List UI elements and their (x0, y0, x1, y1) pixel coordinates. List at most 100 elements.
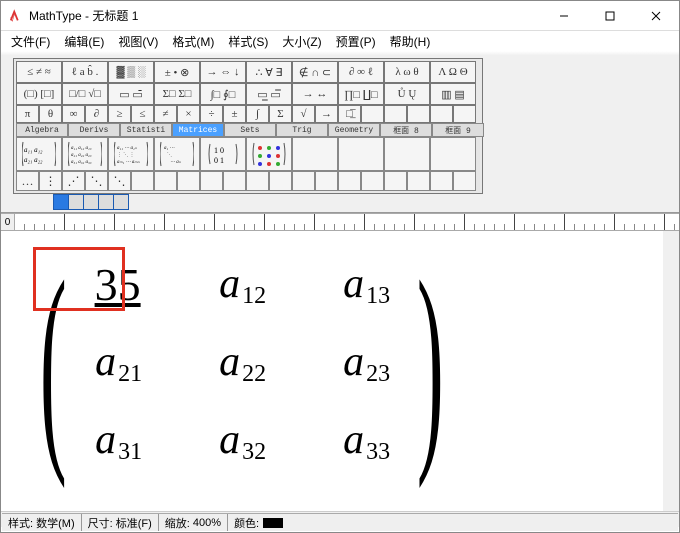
palette-btn[interactable]: ∫ (246, 105, 269, 123)
palette-btn[interactable]: ± • ⊗ (154, 61, 200, 83)
palette-tab[interactable]: Matrices (172, 123, 224, 137)
palette-btn[interactable]: → ↔ (292, 83, 338, 105)
misc-btn-empty[interactable] (131, 171, 154, 191)
status-size[interactable]: 尺寸: 标准(F) (82, 514, 159, 531)
palette-tab[interactable]: Derivs (68, 123, 120, 137)
menu-file[interactable]: 文件(F) (5, 31, 56, 52)
minimize-button[interactable] (541, 1, 587, 31)
status-color[interactable]: 颜色: (228, 514, 289, 531)
palette-btn[interactable]: □̲̅ (338, 105, 361, 123)
palette-btn[interactable]: ▥ ▤ (430, 83, 476, 105)
status-zoom[interactable]: 缩放: 400% (159, 514, 228, 531)
palette-btn[interactable]: ▭̲ ▭̅ (246, 83, 292, 105)
palette-tab[interactable]: 框面 9 (432, 123, 484, 137)
menu-format[interactable]: 格式(M) (166, 31, 220, 52)
palette-btn[interactable]: ≤ (131, 105, 154, 123)
palette-tab[interactable]: Statisti (120, 123, 172, 137)
palette-btn[interactable]: ℓ a b̂ . (62, 61, 108, 83)
equation-editor[interactable]: ( 35a12a13a21a22a23a31a32a33 ) (1, 231, 679, 511)
menu-view[interactable]: 视图(V) (112, 31, 164, 52)
menu-preset[interactable]: 预置(P) (330, 31, 382, 52)
matrix-cell[interactable]: a12 (192, 245, 292, 323)
matrix-template-empty[interactable] (384, 137, 430, 171)
palette-btn[interactable]: × (177, 105, 200, 123)
matrix-template-btn[interactable] (246, 137, 292, 171)
matrix-template-btn[interactable]: 1 00 1 (200, 137, 246, 171)
palette-btn[interactable]: Ů Ų (384, 83, 430, 105)
misc-btn-empty[interactable] (223, 171, 246, 191)
tool-4[interactable] (98, 194, 114, 210)
palette-btn-empty[interactable] (407, 105, 430, 123)
misc-btn-empty[interactable] (430, 171, 453, 191)
palette-btn[interactable]: ∂ ∞ ℓ (338, 61, 384, 83)
matrix-cell[interactable]: a13 (316, 245, 416, 323)
palette-btn[interactable]: ≠ (154, 105, 177, 123)
misc-btn-empty[interactable] (246, 171, 269, 191)
menu-edit[interactable]: 编辑(E) (58, 31, 110, 52)
palette-tab[interactable]: Trig (276, 123, 328, 137)
misc-btn-empty[interactable] (177, 171, 200, 191)
matrix-template-btn[interactable]: a₁₁ a₁₂ a₁₃a₂₁ a₂₂ a₂₃a₃₁ a₃₂ a₃₃ (62, 137, 108, 171)
ruler-ticks[interactable] (15, 214, 679, 230)
palette-btn[interactable]: ≤ ≠ ≈ (16, 61, 62, 83)
palette-btn[interactable]: ∫□ ∮□ (200, 83, 246, 105)
palette-btn-empty[interactable] (453, 105, 476, 123)
matrix-cell[interactable]: a32 (192, 401, 292, 479)
matrix-template-btn[interactable]: a₁ ⋯⋱⋯ aₙ (154, 137, 200, 171)
palette-tab[interactable]: Sets (224, 123, 276, 137)
misc-btn[interactable]: ⋱ (85, 171, 108, 191)
misc-btn[interactable]: ⋮ (39, 171, 62, 191)
misc-btn[interactable]: ⋱ (108, 171, 131, 191)
misc-btn-empty[interactable] (154, 171, 177, 191)
misc-btn-empty[interactable] (361, 171, 384, 191)
palette-btn[interactable]: ≥ (108, 105, 131, 123)
menu-size[interactable]: 大小(Z) (276, 31, 327, 52)
matrix-template-btn[interactable]: a₁₁ ⋯ a₁ₙ⋮ ⋱ ⋮aₘ₁ ⋯ aₘₙ (108, 137, 154, 171)
palette-btn[interactable]: ∏□ ∐□ (338, 83, 384, 105)
misc-btn-empty[interactable] (407, 171, 430, 191)
matrix-cell[interactable]: a31 (68, 401, 168, 479)
matrix-template-btn[interactable]: a₁₁ a₁₂a₂₁ a₂₂ (16, 137, 62, 171)
misc-btn-empty[interactable] (384, 171, 407, 191)
misc-btn-empty[interactable] (315, 171, 338, 191)
matrix-template-empty[interactable] (338, 137, 384, 171)
tool-3[interactable] (83, 194, 99, 210)
status-style[interactable]: 样式: 数学(M) (2, 514, 82, 531)
palette-btn[interactable]: λ ω θ (384, 61, 430, 83)
close-button[interactable] (633, 1, 679, 31)
palette-btn[interactable]: ÷ (200, 105, 223, 123)
matrix-cell[interactable]: a21 (68, 323, 168, 401)
palette-btn[interactable]: → (315, 105, 338, 123)
misc-btn-empty[interactable] (292, 171, 315, 191)
misc-btn[interactable]: … (16, 171, 39, 191)
palette-btn[interactable]: ∞ (62, 105, 85, 123)
palette-tab[interactable]: 框面 8 (380, 123, 432, 137)
palette-btn[interactable]: ± (223, 105, 246, 123)
palette-btn[interactable]: θ (39, 105, 62, 123)
palette-btn[interactable]: Λ Ω Θ (430, 61, 476, 83)
menu-style[interactable]: 样式(S) (222, 31, 274, 52)
palette-btn[interactable]: (□) [□] (16, 83, 62, 105)
palette-btn[interactable]: π (16, 105, 39, 123)
palette-btn[interactable]: ∉ ∩ ⊂ (292, 61, 338, 83)
palette-btn-empty[interactable] (384, 105, 407, 123)
palette-btn[interactable]: ∂ (85, 105, 108, 123)
maximize-button[interactable] (587, 1, 633, 31)
palette-btn[interactable]: Σ□ Σ□ (154, 83, 200, 105)
palette-btn-empty[interactable] (430, 105, 453, 123)
matrix-cell[interactable]: a22 (192, 323, 292, 401)
misc-btn[interactable]: ⋰ (62, 171, 85, 191)
palette-btn[interactable]: □/□ √□ (62, 83, 108, 105)
tool-2[interactable] (68, 194, 84, 210)
matrix-template-empty[interactable] (292, 137, 338, 171)
misc-btn-empty[interactable] (200, 171, 223, 191)
tool-1[interactable] (53, 194, 69, 210)
palette-btn[interactable]: ▓ ▒ ░ (108, 61, 154, 83)
misc-btn-empty[interactable] (269, 171, 292, 191)
palette-btn[interactable]: Σ (269, 105, 292, 123)
palette-tab[interactable]: Geometry (328, 123, 380, 137)
matrix-cell[interactable]: a33 (316, 401, 416, 479)
palette-btn[interactable]: √ (292, 105, 315, 123)
palette-btn[interactable]: ▭ ▭̄ (108, 83, 154, 105)
matrix-template-empty[interactable] (430, 137, 476, 171)
